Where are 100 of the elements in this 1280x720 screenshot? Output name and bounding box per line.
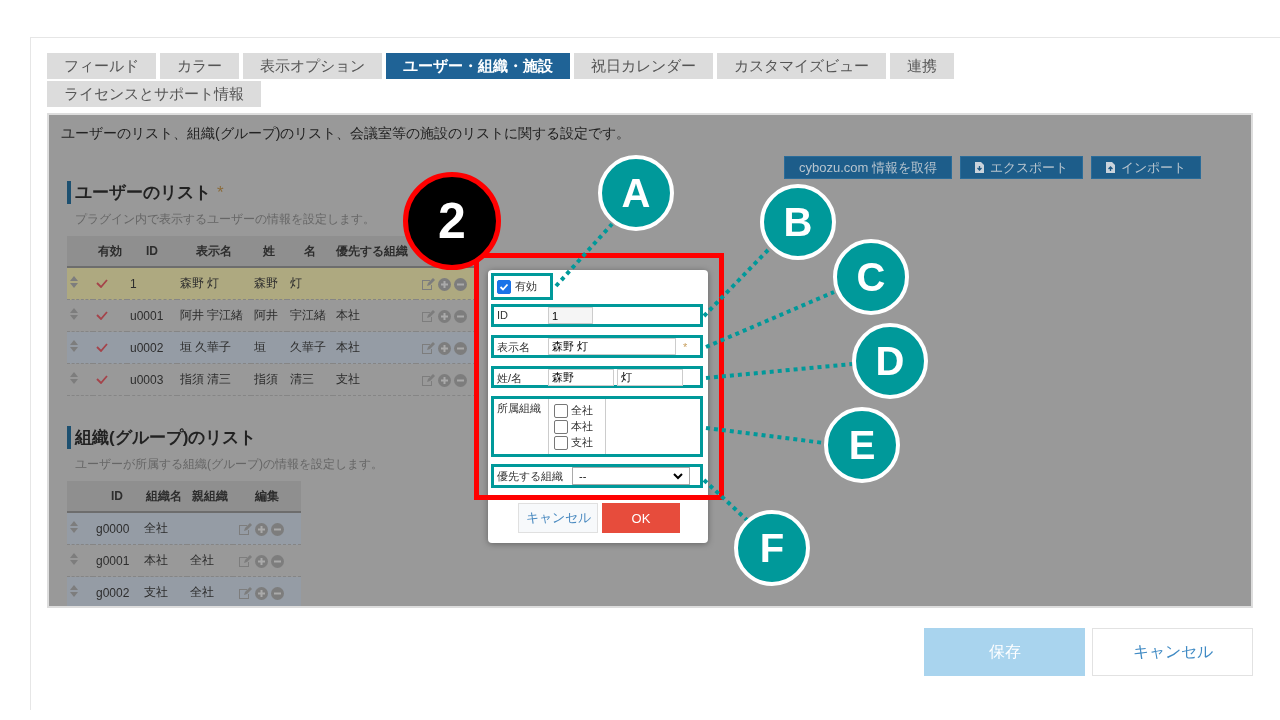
toolbar-button[interactable]: エクスポート	[960, 156, 1083, 179]
plus-icon[interactable]	[438, 373, 451, 387]
plus-icon[interactable]	[255, 586, 268, 600]
leader-line	[554, 222, 614, 288]
table-cell: 本社	[333, 331, 416, 364]
table-cell: 清三	[287, 363, 333, 396]
check-icon	[499, 281, 509, 292]
table-cell: 本社	[141, 544, 187, 577]
checkbox[interactable]: 支社	[554, 435, 600, 450]
edit-icon[interactable]	[421, 309, 435, 323]
column-header: 組織名	[141, 481, 187, 512]
toolbar-button[interactable]: cybozu.com 情報を取得	[784, 156, 952, 179]
sort-handle-icon[interactable]	[70, 521, 78, 533]
field-label: ID	[497, 308, 509, 321]
table-cell: u0002	[127, 331, 177, 364]
minus-icon[interactable]	[271, 554, 284, 568]
table-cell: 灯	[287, 267, 333, 300]
minus-icon[interactable]	[271, 586, 284, 600]
field-label: 表示名	[497, 340, 531, 355]
tab[interactable]: 連携	[890, 53, 954, 79]
table-cell: 支社	[141, 576, 187, 606]
column-header: 親組織	[187, 481, 233, 512]
sort-handle-icon[interactable]	[70, 308, 78, 320]
file-up-icon	[1106, 162, 1115, 173]
minus-icon[interactable]	[454, 341, 467, 355]
required-mark: *	[217, 182, 224, 203]
edit-icon[interactable]	[238, 554, 252, 568]
checkbox[interactable]: 有効	[497, 279, 537, 294]
plus-icon[interactable]	[438, 341, 451, 355]
plus-icon[interactable]	[438, 277, 451, 291]
tab[interactable]: 祝日カレンダー	[574, 53, 713, 79]
edit-icon[interactable]	[238, 522, 252, 536]
plus-icon[interactable]	[255, 554, 268, 568]
plus-icon[interactable]	[255, 522, 268, 536]
check-icon	[96, 342, 108, 352]
minus-icon[interactable]	[271, 522, 284, 536]
minus-icon[interactable]	[454, 277, 467, 291]
column-header: ID	[127, 236, 177, 267]
edit-icon[interactable]	[421, 277, 435, 291]
plus-icon[interactable]	[438, 309, 451, 323]
column-header: 編集	[233, 481, 301, 512]
table-cell: g0001	[93, 544, 141, 577]
section-title: ユーザーのリスト	[75, 182, 211, 204]
tab[interactable]: フィールド	[47, 53, 156, 79]
required-mark: *	[682, 340, 688, 353]
column-header: 有効	[93, 236, 127, 267]
tab[interactable]: ユーザー・組織・施設	[386, 53, 570, 79]
table-cell: 森野	[251, 267, 287, 300]
table-cell: u0003	[127, 363, 177, 396]
check-icon	[96, 310, 108, 320]
column-header: ID	[93, 481, 141, 512]
table-cell: 全社	[187, 576, 233, 606]
tab[interactable]: カラー	[160, 53, 239, 79]
select-field[interactable]: --	[572, 467, 690, 485]
ok-button[interactable]: OK	[602, 503, 680, 533]
edit-icon[interactable]	[421, 373, 435, 387]
table-cell: 垣	[251, 331, 287, 364]
table-cell: 全社	[141, 512, 187, 545]
table-cell: 指須	[251, 363, 287, 396]
table-row[interactable]: u0001 阿井 宇江緒 阿井 宇江緒 本社	[67, 299, 476, 332]
sort-handle-icon[interactable]	[70, 340, 78, 352]
toolbar-button[interactable]: インポート	[1091, 156, 1201, 179]
sort-handle-icon[interactable]	[70, 276, 78, 288]
field-label: 所属組織	[497, 401, 542, 416]
table-cell: 宇江緒	[287, 299, 333, 332]
table-cell: 阿井	[251, 299, 287, 332]
display-name-field[interactable]: 森野 灯	[548, 338, 676, 355]
checkbox[interactable]: 本社	[554, 419, 600, 434]
edit-icon[interactable]	[238, 586, 252, 600]
table-row[interactable]: 1 森野 灯 森野 灯	[67, 267, 476, 300]
table-cell: 垣 久華子	[177, 331, 251, 364]
column-header: 表示名	[177, 236, 251, 267]
id-field[interactable]: 1	[548, 307, 593, 324]
edit-icon[interactable]	[421, 341, 435, 355]
check-icon	[96, 374, 108, 384]
column-header	[67, 236, 93, 267]
sort-handle-icon[interactable]	[70, 553, 78, 565]
minus-icon[interactable]	[454, 373, 467, 387]
cancel-button[interactable]: キャンセル	[518, 503, 598, 533]
tab[interactable]: 表示オプション	[243, 53, 382, 79]
table-cell: 森野 灯	[177, 267, 251, 300]
checkbox[interactable]: 全社	[554, 403, 600, 418]
tab[interactable]: カスタマイズビュー	[717, 53, 886, 79]
first-name-field[interactable]: 灯	[617, 368, 683, 386]
table-row[interactable]: u0003 指須 清三 指須 清三 支社	[67, 363, 476, 396]
section-title: 組織(グループ)のリスト	[75, 427, 257, 449]
table-cell: 本社	[333, 299, 416, 332]
sort-handle-icon[interactable]	[70, 585, 78, 597]
table-cell: u0001	[127, 299, 177, 332]
column-header: 名	[287, 236, 333, 267]
cancel-button[interactable]: キャンセル	[1092, 628, 1253, 676]
last-name-field[interactable]: 森野	[548, 368, 614, 386]
file-down-icon	[975, 162, 984, 173]
table-cell: 全社	[187, 544, 233, 577]
tab[interactable]: ライセンスとサポート情報	[47, 81, 261, 107]
sort-handle-icon[interactable]	[70, 372, 78, 384]
table-cell: 阿井 宇江緒	[177, 299, 251, 332]
minus-icon[interactable]	[454, 309, 467, 323]
table-row[interactable]: u0002 垣 久華子 垣 久華子 本社	[67, 331, 476, 364]
table-cell: 指須 清三	[177, 363, 251, 396]
